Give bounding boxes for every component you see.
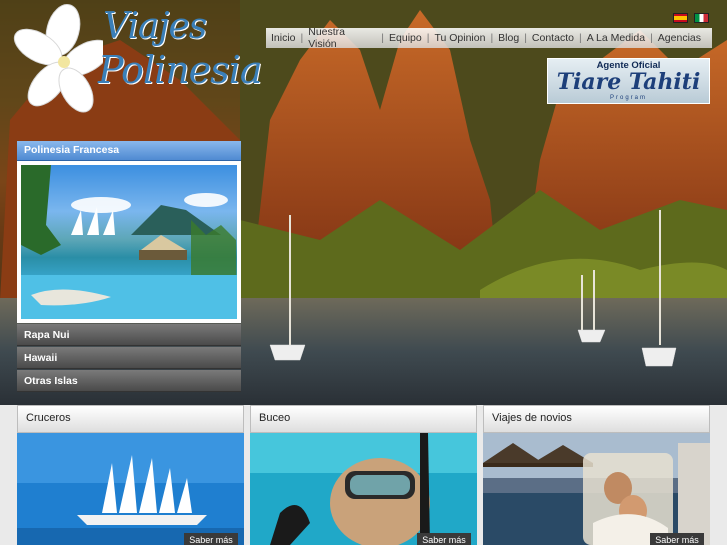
card-buceo: Buceo Saber más [250, 405, 477, 545]
card-title[interactable]: Buceo [250, 405, 477, 433]
nav-agencias[interactable]: Agencias [653, 32, 706, 44]
nav-nuestra-vision[interactable]: Nuestra Visión [303, 26, 381, 50]
nav-blog[interactable]: Blog [493, 32, 524, 44]
es-flag-icon[interactable] [673, 13, 688, 23]
card-viajes-de-novios: Viajes de novios Saber más [483, 405, 710, 545]
diver-illustration [250, 433, 477, 545]
logo-title-line2: Polinesia [98, 48, 262, 92]
site-logo[interactable]: Viajes Polinesia [8, 2, 262, 117]
language-switcher [673, 13, 709, 23]
saber-mas-button[interactable]: Saber más [650, 533, 704, 545]
saber-mas-button[interactable]: Saber más [184, 533, 238, 545]
tiare-tahiti-badge[interactable]: Agente Oficial Tiare Tahiti Program [547, 58, 710, 104]
polinesia-resort-image[interactable] [21, 165, 237, 319]
honeymoon-image[interactable]: Saber más [483, 433, 710, 545]
logo-title-line1: Viajes [103, 6, 207, 47]
menu-item-polinesia-francesa[interactable]: Polinesia Francesa [17, 141, 241, 161]
badge-subtitle: Program [609, 95, 647, 101]
polinesia-image-frame [17, 161, 241, 323]
diving-image[interactable]: Saber más [250, 433, 477, 545]
menu-item-hawaii[interactable]: Hawaii [17, 347, 241, 369]
honeymoon-illustration [483, 433, 710, 545]
nav-equipo[interactable]: Equipo [384, 32, 427, 44]
saber-mas-button[interactable]: Saber más [417, 533, 471, 545]
cruise-illustration [17, 433, 244, 545]
cruise-ship-image[interactable]: Saber más [17, 433, 244, 545]
card-title[interactable]: Cruceros [17, 405, 244, 433]
nav-tu-opinion[interactable]: Tu Opinion [429, 32, 490, 44]
menu-item-otras-islas[interactable]: Otras Islas [17, 370, 241, 392]
tiare-flower-icon [13, 4, 103, 113]
featured-section: Cruceros Saber más Buceo Saber más Viaje… [0, 405, 727, 545]
nav-contacto[interactable]: Contacto [527, 32, 579, 44]
it-flag-icon[interactable] [694, 13, 709, 23]
top-navigation: Inicio | Nuestra Visión | Equipo | Tu Opini… [266, 26, 712, 50]
resort-illustration [21, 165, 237, 319]
card-cruceros: Cruceros Saber más [17, 405, 244, 545]
nav-a-la-medida[interactable]: A La Medida [582, 32, 650, 44]
card-title[interactable]: Viajes de novios [483, 405, 710, 433]
destinations-menu: Polinesia Francesa Rapa Nui Hawaii Otras… [17, 141, 241, 392]
menu-item-rapa-nui[interactable]: Rapa Nui [17, 324, 241, 346]
nav-inicio[interactable]: Inicio [266, 32, 301, 44]
badge-title: Tiare Tahiti [556, 69, 701, 95]
